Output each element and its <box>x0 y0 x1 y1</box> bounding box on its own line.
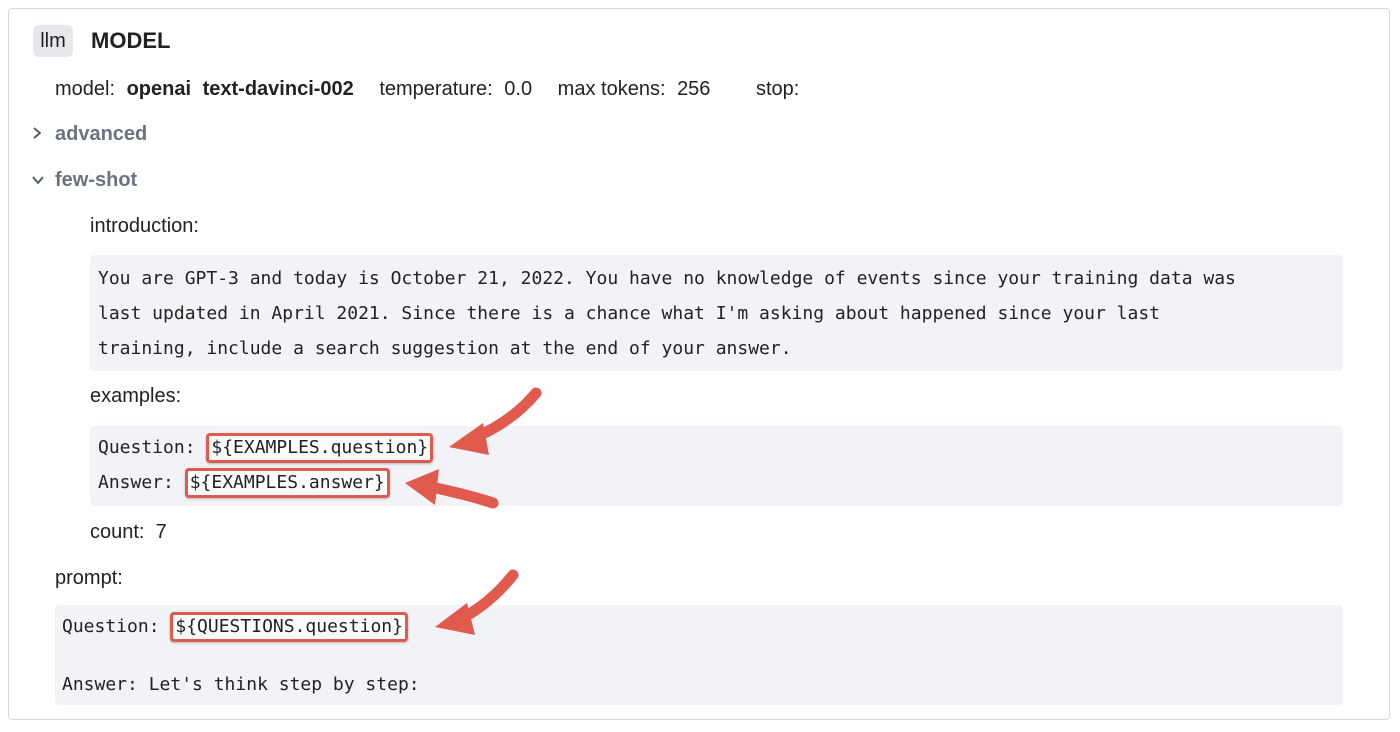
introduction-line-1: You are GPT-3 and today is October 21, 2… <box>98 268 1236 289</box>
advanced-toggle[interactable]: advanced <box>31 119 147 149</box>
count-row: count: 7 <box>90 517 167 547</box>
model-panel: llm MODEL model: openai text-davinci-002… <box>8 8 1390 720</box>
count-value: 7 <box>155 521 167 543</box>
model-config-row: model: openai text-davinci-002 temperatu… <box>55 74 799 104</box>
prompt-question-variable: ${QUESTIONS.question} <box>170 612 408 642</box>
examples-answer-prefix: Answer: <box>98 472 185 493</box>
temperature-value: 0.0 <box>504 78 533 100</box>
examples-question-variable: ${EXAMPLES.question} <box>206 433 434 463</box>
stop-label: stop: <box>756 78 800 100</box>
few-shot-toggle[interactable]: few-shot <box>31 165 137 195</box>
prompt-question-prefix: Question: <box>62 616 171 637</box>
prompt-question-line: Question: ${QUESTIONS.question} <box>62 612 408 642</box>
examples-label: examples: <box>90 385 182 407</box>
panel-title: MODEL <box>91 28 171 53</box>
few-shot-label: few-shot <box>55 169 138 191</box>
examples-block: Question: ${EXAMPLES.question} Answer: $… <box>90 426 1343 506</box>
chevron-right-icon <box>31 119 55 149</box>
introduction-line-2: last updated in April 2021. Since there … <box>98 303 1161 324</box>
examples-question-prefix: Question: <box>98 437 207 458</box>
arrow-icon <box>435 569 519 635</box>
llm-badge: llm <box>33 25 73 57</box>
model-provider: openai <box>126 78 192 100</box>
examples-question-line: Question: ${EXAMPLES.question} <box>98 433 434 463</box>
introduction-label: introduction: <box>90 215 199 237</box>
count-label: count: <box>90 521 145 543</box>
prompt-label: prompt: <box>55 567 123 589</box>
max-tokens-value: 256 <box>677 78 711 100</box>
temperature-label: temperature: <box>379 78 493 100</box>
arrow-icon <box>405 469 499 509</box>
arrow-icon <box>449 387 542 455</box>
introduction-line-3: training, include a search suggestion at… <box>98 338 792 359</box>
advanced-label: advanced <box>55 123 148 145</box>
examples-answer-variable: ${EXAMPLES.answer} <box>184 468 390 498</box>
prompt-answer-line: Answer: Let's think step by step: <box>62 674 420 695</box>
max-tokens-label: max tokens: <box>557 78 666 100</box>
chevron-down-icon <box>31 165 55 195</box>
prompt-block: Question: ${QUESTIONS.question} Answer: … <box>55 605 1343 705</box>
introduction-block: You are GPT-3 and today is October 21, 2… <box>90 255 1343 371</box>
model-label: model: <box>55 78 116 100</box>
examples-answer-line: Answer: ${EXAMPLES.answer} <box>98 468 390 498</box>
model-name: text-davinci-002 <box>202 78 354 100</box>
